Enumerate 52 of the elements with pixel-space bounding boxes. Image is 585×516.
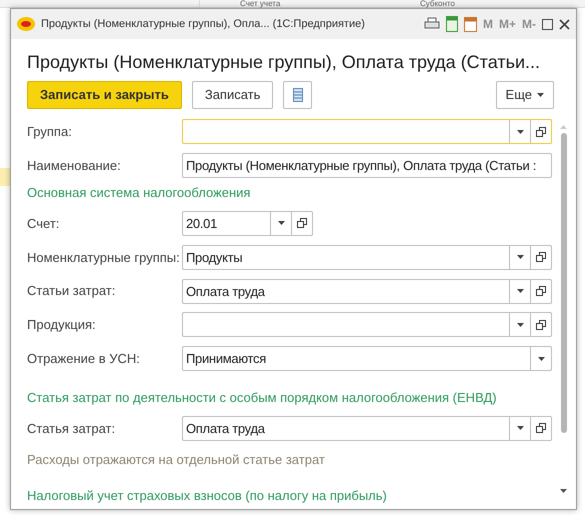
maximize-icon[interactable] (542, 18, 553, 30)
select-field[interactable]: 20.01 (182, 210, 313, 236)
field-label: Группа: (27, 123, 73, 142)
calculator-icon[interactable] (446, 16, 458, 32)
field-label: Наименование: (27, 156, 122, 175)
caret-icon (516, 255, 524, 260)
printer-icon[interactable] (424, 17, 440, 31)
caret-icon (538, 356, 544, 361)
caret-icon (516, 322, 524, 327)
open-icon (536, 423, 546, 434)
field-label: Продукция: (27, 316, 97, 334)
section-title: Налоговый учет страховых взносов (по налогу на прибыль) (27, 486, 387, 505)
save-button[interactable]: Записать (192, 81, 274, 109)
field-label: Статьи затрат: (27, 282, 116, 300)
caret-icon (516, 426, 524, 430)
open-icon (297, 218, 307, 228)
open-icon (536, 252, 546, 262)
caret-icon (537, 93, 544, 97)
open-icon (536, 320, 546, 330)
section-title: Статья затрат по деятельности с особым порядком налогообложения (ЕНВД) (27, 389, 497, 408)
caret-icon (278, 221, 284, 226)
list-button[interactable] (283, 81, 312, 109)
note-text: Расходы отражаются на отдельной статье затрат (27, 450, 325, 469)
window-title: Продукты (Номенклатурные группы), Опла... (1С:Предприятие) (41, 16, 365, 32)
caret-icon (516, 130, 524, 134)
highlighted-row (0, 168, 10, 186)
open-icon (536, 286, 546, 296)
field-label: Номенклатурные группы: (27, 248, 181, 267)
save-and-close-button[interactable]: Записать и закрыть (27, 81, 182, 109)
field-label: Статья затрат: (27, 420, 116, 438)
input-field[interactable]: Продукты (Номенклатурные группы), Оплата труда (Статьи : (182, 153, 552, 178)
column-header: Субконто (419, 0, 456, 7)
list-icon (292, 88, 303, 102)
caret-icon (516, 289, 524, 294)
select-field[interactable] (182, 119, 552, 144)
close-icon[interactable] (559, 18, 570, 30)
select-field[interactable]: Оплата труда (182, 416, 552, 441)
more-button[interactable]: Еще (496, 81, 554, 109)
select-field[interactable]: Принимаются (182, 346, 552, 372)
field-label: Отражение в УСН: (27, 350, 141, 368)
scroll-down-icon[interactable] (560, 489, 567, 493)
form-heading: Продукты (Номенклатурные группы), Оплата труда (Статьи... (27, 51, 542, 74)
select-field[interactable]: Оплата труда (182, 278, 552, 304)
calendar-icon[interactable] (464, 16, 477, 32)
scrollbar[interactable] (559, 125, 568, 493)
column-header: Счет учета (239, 0, 282, 7)
section-title: Основная система налогообложения (27, 184, 250, 202)
field-label: Счет: (27, 214, 60, 233)
select-field[interactable] (182, 312, 552, 338)
open-icon (536, 126, 546, 137)
app-logo-icon (17, 17, 35, 31)
select-field[interactable]: Продукты (182, 244, 552, 270)
